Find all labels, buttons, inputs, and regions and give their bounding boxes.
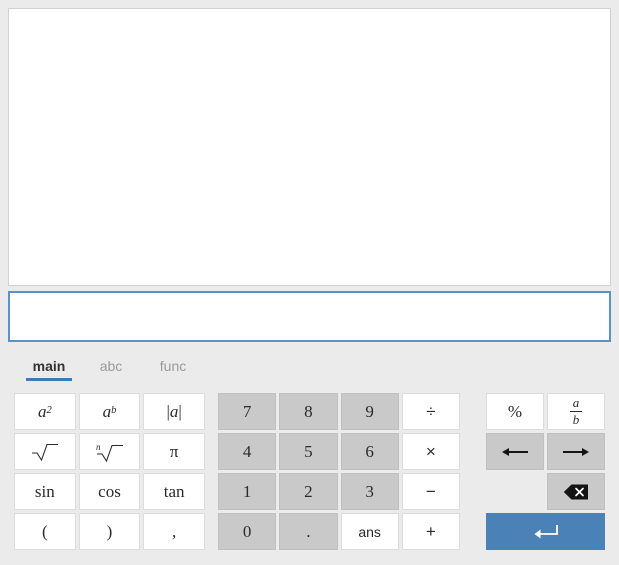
key-8-label: 8 (304, 402, 313, 421)
key-cursor-left[interactable] (486, 433, 544, 470)
key-3-label: 3 (365, 482, 374, 501)
key-sin-label: sin (34, 482, 55, 501)
key-nth-root[interactable]: n (78, 433, 141, 470)
numeric-keypad: 7 8 9 ÷ 4 5 6 × 1 2 3 − 0 . ans + (218, 393, 460, 550)
key-5[interactable]: 5 (279, 433, 338, 470)
key-0[interactable]: 0 (218, 513, 277, 550)
key-comma-label: , (172, 522, 177, 541)
key-0-label: 0 (242, 522, 252, 541)
key-square[interactable]: a2 (14, 393, 76, 430)
key-decimal[interactable]: . (279, 513, 338, 550)
key-open-paren[interactable]: ( (14, 513, 76, 550)
key-6[interactable]: 6 (340, 433, 399, 470)
key-sin[interactable]: sin (14, 473, 76, 510)
nth-root-icon: n (96, 442, 124, 462)
key-open-paren-label: ( (41, 522, 48, 541)
key-9-label: 9 (365, 402, 374, 421)
tab-func[interactable]: func (142, 350, 204, 383)
tab-main-label: main (32, 358, 66, 374)
key-minus[interactable]: − (401, 473, 460, 510)
key-abs[interactable]: | a | (143, 393, 205, 430)
keyboard-tabs: main abc func (18, 350, 204, 383)
key-tan-label: tan (163, 482, 185, 501)
function-keypad: a2 ab | a | n π sin cos tan () , (14, 393, 205, 550)
key-pi[interactable]: π (143, 433, 205, 470)
calculator-app: main abc func DEG (0, 0, 619, 565)
enter-arrow-icon (534, 524, 558, 538)
key-backspace[interactable] (547, 473, 605, 510)
key-decimal-label: . (306, 522, 311, 541)
key-4-label: 4 (242, 442, 252, 461)
display-content (9, 9, 610, 285)
key-2[interactable]: 2 (279, 473, 338, 510)
key-ans[interactable]: ans (340, 513, 399, 550)
key-cursor-right[interactable] (547, 433, 605, 470)
key-1-label: 1 (242, 482, 252, 501)
tab-abc-label: abc (99, 358, 123, 374)
fraction-icon: a b (569, 396, 583, 427)
key-percent-label: % (507, 402, 523, 421)
key-8[interactable]: 8 (279, 393, 338, 430)
key-cos-label: cos (98, 482, 121, 501)
key-close-paren[interactable]: ) (78, 513, 141, 550)
key-2-label: 2 (304, 482, 313, 501)
display-area (8, 8, 611, 286)
key-comma[interactable]: , (143, 513, 205, 550)
tab-abc[interactable]: abc (80, 350, 142, 383)
key-1[interactable]: 1 (218, 473, 277, 510)
tab-func-label: func (159, 358, 187, 374)
key-5-label: 5 (304, 442, 313, 461)
key-enter[interactable] (486, 513, 605, 550)
key-multiply[interactable]: × (401, 433, 460, 470)
key-9[interactable]: 9 (340, 393, 399, 430)
key-plus-label: + (425, 522, 436, 541)
backspace-icon (563, 484, 588, 499)
keyboard-toolbar: main abc func DEG (0, 350, 619, 390)
arrow-right-icon (563, 447, 589, 456)
key-divide-label: ÷ (426, 402, 436, 421)
key-close-paren-label: ) (106, 522, 113, 541)
key-power[interactable]: ab (78, 393, 141, 430)
control-keypad: % a b (486, 393, 605, 550)
key-minus-label: − (425, 482, 436, 501)
sqrt-icon (31, 443, 58, 461)
key-tan[interactable]: tan (143, 473, 205, 510)
svg-text:n: n (96, 442, 101, 452)
key-multiply-label: × (425, 442, 436, 461)
key-ans-label: ans (358, 523, 381, 540)
key-sqrt[interactable] (14, 433, 76, 470)
fraction-denominator: b (572, 412, 580, 427)
key-divide[interactable]: ÷ (401, 393, 460, 430)
key-6-label: 6 (365, 442, 374, 461)
fraction-numerator: a (569, 396, 583, 412)
key-fraction[interactable]: a b (547, 393, 605, 430)
key-7-label: 7 (242, 402, 252, 421)
key-4[interactable]: 4 (218, 433, 277, 470)
key-percent[interactable]: % (486, 393, 544, 430)
arrow-left-icon (502, 447, 528, 456)
tab-main[interactable]: main (18, 350, 80, 383)
key-7[interactable]: 7 (218, 393, 277, 430)
key-plus[interactable]: + (401, 513, 460, 550)
key-3[interactable]: 3 (340, 473, 399, 510)
key-cos[interactable]: cos (78, 473, 141, 510)
expression-input[interactable] (10, 293, 609, 340)
expression-input-wrapper[interactable] (8, 291, 611, 342)
tab-active-underline (26, 378, 72, 381)
